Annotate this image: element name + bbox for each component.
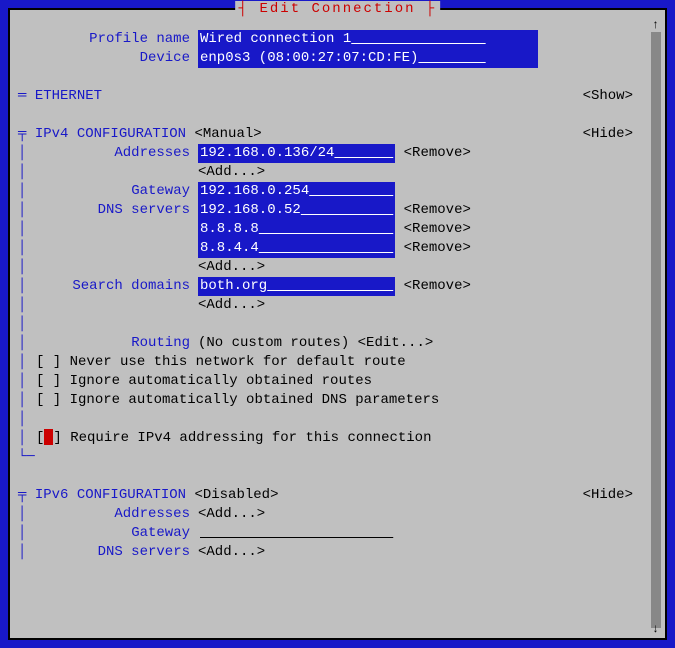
address-input-0[interactable]: 192.168.0.136/24 — [198, 144, 395, 163]
cursor-icon — [44, 429, 53, 445]
ipv6-dns-add[interactable]: <Add...> — [198, 543, 265, 562]
ipv6-dns-label: DNS servers — [36, 543, 198, 562]
checkbox-ignore-routes[interactable]: [ ] — [36, 372, 70, 391]
ipv4-hide-button[interactable]: <Hide> — [583, 125, 633, 144]
ethernet-marker: ═ — [18, 87, 35, 106]
address-add-button[interactable]: <Add...> — [198, 163, 265, 182]
routing-value: (No custom routes) — [198, 334, 349, 353]
search-add-button[interactable]: <Add...> — [198, 296, 265, 315]
profile-name-label: Profile name — [18, 30, 198, 49]
dns-remove-0[interactable]: <Remove> — [404, 201, 471, 220]
ipv6-marker: ╤ — [18, 486, 35, 505]
ethernet-header: ETHERNET — [35, 87, 102, 106]
dns-add-button[interactable]: <Add...> — [198, 258, 265, 277]
scroll-down-icon[interactable]: ↓ — [652, 622, 659, 636]
outer-frame: ┤ Edit Connection ├ ↑ ↓ Profile name Wir… — [0, 0, 675, 648]
ipv6-gateway-input[interactable] — [198, 524, 395, 543]
ipv4-mode-select[interactable]: <Manual> — [194, 125, 261, 144]
search-input-0[interactable]: both.org — [198, 277, 395, 296]
checkbox-label-1: Never use this network for default route — [70, 353, 406, 372]
dns-label: DNS servers — [36, 201, 198, 220]
checkbox-label-4: Require IPv4 addressing for this connect… — [70, 429, 431, 448]
profile-name-input[interactable]: Wired connection 1 — [198, 30, 538, 49]
checkbox-default-route[interactable]: [ ] — [36, 353, 70, 372]
search-label: Search domains — [36, 277, 198, 296]
checkbox-require-ipv4[interactable]: [] — [36, 429, 70, 448]
ipv6-header: IPv6 CONFIGURATION — [35, 486, 186, 505]
checkbox-label-2: Ignore automatically obtained routes — [70, 372, 372, 391]
device-input[interactable]: enp0s3 (08:00:27:07:CD:FE) — [198, 49, 538, 68]
ipv6-gateway-label: Gateway — [36, 524, 198, 543]
window: ┤ Edit Connection ├ ↑ ↓ Profile name Wir… — [8, 8, 667, 640]
ethernet-show-button[interactable]: <Show> — [583, 87, 633, 106]
address-remove-0[interactable]: <Remove> — [404, 144, 471, 163]
dns-input-1[interactable]: 8.8.8.8 — [198, 220, 395, 239]
window-title: ┤ Edit Connection ├ — [235, 1, 441, 17]
dns-remove-2[interactable]: <Remove> — [404, 239, 471, 258]
gateway-label: Gateway — [36, 182, 198, 201]
dns-remove-1[interactable]: <Remove> — [404, 220, 471, 239]
ipv6-hide-button[interactable]: <Hide> — [583, 486, 633, 505]
routing-label: Routing — [36, 334, 198, 353]
device-label: Device — [18, 49, 198, 68]
ipv6-address-add[interactable]: <Add...> — [198, 505, 265, 524]
ipv4-header: IPv4 CONFIGURATION — [35, 125, 186, 144]
scroll-up-icon[interactable]: ↑ — [652, 18, 659, 32]
addresses-label: Addresses — [36, 144, 198, 163]
search-remove-0[interactable]: <Remove> — [404, 277, 471, 296]
ipv4-marker: ╤ — [18, 125, 35, 144]
checkbox-label-3: Ignore automatically obtained DNS parame… — [70, 391, 440, 410]
scrollbar[interactable] — [651, 32, 661, 628]
ipv6-mode-select[interactable]: <Disabled> — [194, 486, 278, 505]
dns-input-2[interactable]: 8.8.4.4 — [198, 239, 395, 258]
routing-edit-button[interactable]: <Edit...> — [358, 334, 434, 353]
gateway-input[interactable]: 192.168.0.254 — [198, 182, 395, 201]
content-area: Profile name Wired connection 1 Device e… — [18, 14, 657, 562]
checkbox-ignore-dns[interactable]: [ ] — [36, 391, 70, 410]
dns-input-0[interactable]: 192.168.0.52 — [198, 201, 395, 220]
ipv6-addresses-label: Addresses — [36, 505, 198, 524]
